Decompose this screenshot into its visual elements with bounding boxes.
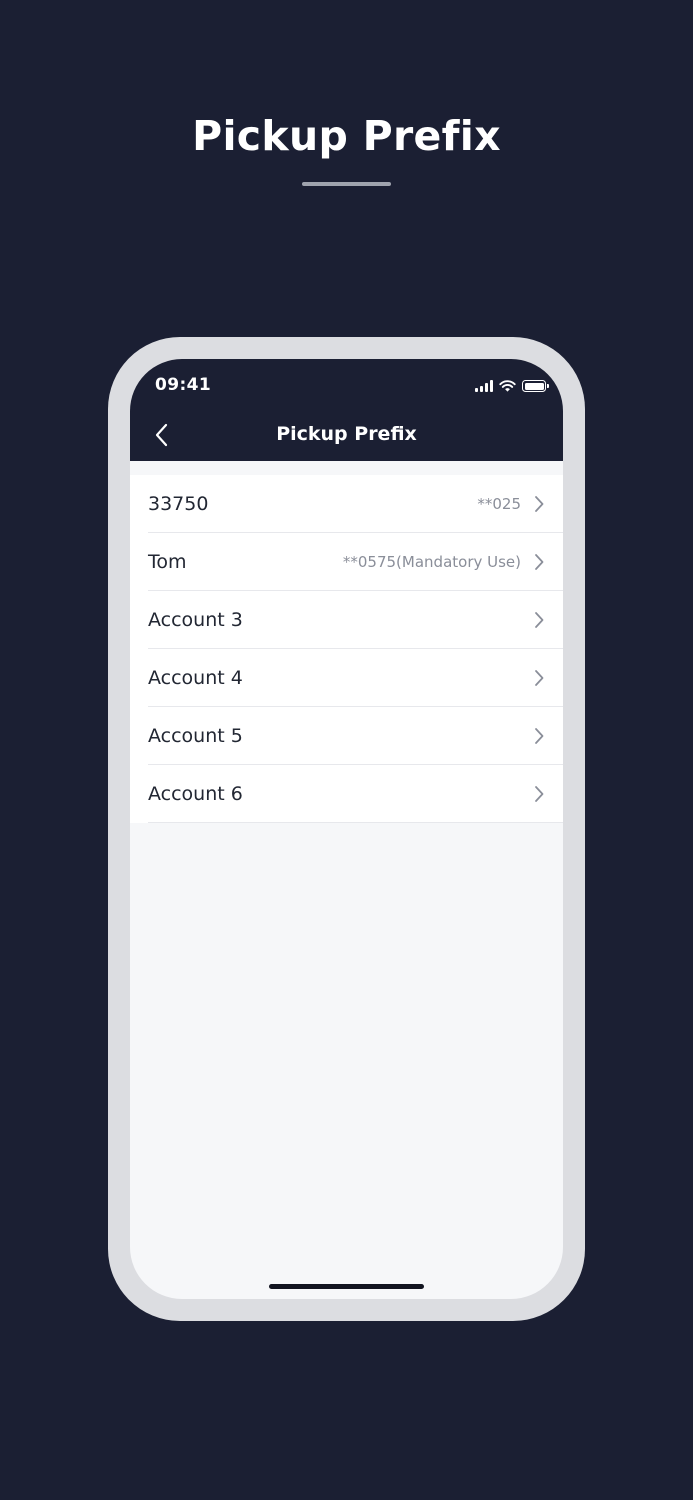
prefix-value: **025 — [477, 495, 521, 513]
account-label: Account 5 — [148, 725, 243, 747]
account-label: 33750 — [148, 493, 209, 515]
account-row-4[interactable]: Account 4 — [130, 649, 563, 707]
status-icons — [475, 378, 549, 392]
phone-screen: 09:41 Pickup Prefix 33750 **025 Tom **05… — [130, 359, 563, 1299]
status-time: 09:41 — [155, 375, 212, 395]
signal-icon — [475, 380, 493, 392]
chevron-right-icon — [535, 670, 544, 686]
account-list: 33750 **025 Tom **0575(Mandatory Use) Ac… — [130, 475, 563, 823]
app-header: 09:41 Pickup Prefix — [130, 359, 563, 461]
account-row-3[interactable]: Account 3 — [130, 591, 563, 649]
account-row-6[interactable]: Account 6 — [130, 765, 563, 823]
account-label: Account 3 — [148, 609, 243, 631]
chevron-right-icon — [535, 786, 544, 802]
wifi-icon — [499, 380, 516, 392]
battery-icon — [522, 380, 549, 392]
account-row-5[interactable]: Account 5 — [130, 707, 563, 765]
chevron-right-icon — [535, 612, 544, 628]
chevron-right-icon — [535, 728, 544, 744]
chevron-right-icon — [535, 554, 544, 570]
account-label: Account 4 — [148, 667, 243, 689]
promo-title-underline — [302, 182, 391, 186]
account-label: Tom — [148, 551, 187, 573]
nav-title: Pickup Prefix — [276, 423, 417, 445]
account-row-33750[interactable]: 33750 **025 — [130, 475, 563, 533]
home-indicator — [269, 1284, 424, 1289]
account-row-tom[interactable]: Tom **0575(Mandatory Use) — [130, 533, 563, 591]
chevron-right-icon — [535, 496, 544, 512]
account-label: Account 6 — [148, 783, 243, 805]
promo-title: Pickup Prefix — [192, 112, 501, 160]
prefix-value: **0575(Mandatory Use) — [342, 553, 521, 571]
